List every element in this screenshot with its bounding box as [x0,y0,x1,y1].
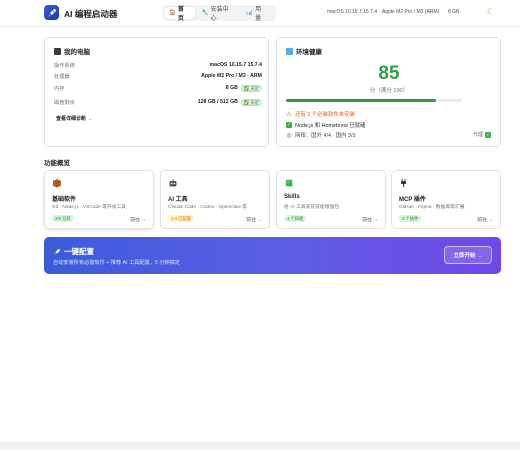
tab-label: 安装中心 [210,7,229,22]
health-item-ready: ✓ Node.js 和 Homebrew 已就绪 [286,121,365,129]
feature-status-badge: 1/4 已配置 [168,215,195,222]
info-row-cpu: 处理器 Apple M2 Pro / M3 · ARM [54,71,262,81]
info-value-text: 8 GB [225,85,238,91]
info-row-disk: 磁盘剩余 128 GB / 512 GB ✅ 充足 [54,97,262,107]
feature-status-badge: 2/5 已装 [52,215,74,222]
feature-status-badge: 4 个技能 [284,215,307,222]
info-value-text: macOS 10.15.7 15.7.4 [209,62,263,68]
features-title: 功能概览 [44,160,70,167]
tab-install-center[interactable]: 🔧 安装中心 [197,7,240,22]
card-title-text: 我的电脑 [64,49,90,56]
feature-desc: 给 AI 工具安装技能增强包 [284,205,340,210]
info-value: 8 GB ✅ 充足 [225,84,262,92]
header-os: macOS 10.15.7 15.7.4 [327,9,378,15]
rocket-logo-icon [44,5,59,20]
feature-card-skills[interactable]: Skills 给 AI 工具安装技能增强包 4 个技能 前往 → [276,170,386,229]
info-value: 128 GB / 512 GB ✅ 充足 [197,98,262,106]
health-item-warning: ⚠ 还有 2 个必装软件未安装 [286,110,355,119]
my-computer-card: 我的电脑 操作系统 macOS 10.15.7 15.7.4 处理器 Apple… [44,37,269,147]
feature-card-mcp-plugins[interactable]: MCP 插件 GitHub · Figma · 数据库等扩展 3 个插件 前往 … [391,170,501,229]
chart-icon: 📊 [246,10,254,16]
home-icon: 🏠 [169,10,176,16]
laptop-icon [54,47,61,55]
banner-title: 一键配置 [53,246,94,257]
feature-card-ai-tools[interactable]: AI 工具 Claude Code · Codex · OpenClaw 等 1… [160,170,270,229]
main-nav: 🏠 首页 🔧 安装中心 📊 用量 [162,5,276,22]
check-icon: ✓ [485,131,491,138]
health-item-text: 网络：国外 4/4 · 国内 3/3 [295,133,356,139]
start-now-button[interactable]: 立即开始 → [444,246,492,264]
globe-icon: ◎ [286,132,292,139]
wrench-icon: 🔧 [201,10,209,16]
check-icon: ✓ [286,122,292,128]
clover-icon [285,179,293,187]
tab-label: 首页 [177,7,184,22]
view-diagnostics-link[interactable]: 查看详细诊断 → [56,115,92,122]
health-progress-fill [286,99,436,102]
tab-label: 用量 [255,7,262,22]
feature-desc: Git · Node.js · VSCode 等开发工具 [52,205,127,210]
info-row-os: 操作系统 macOS 10.15.7 15.7.4 [54,60,262,70]
feature-name: AI 工具 [168,197,188,203]
feature-card-basic-software[interactable]: 基础软件 Git · Node.js · VSCode 等开发工具 2/5 已装… [44,170,154,229]
card-title-text: 环境健康 [296,49,322,56]
info-value-text: 128 GB / 512 GB [197,99,238,105]
plug-icon [401,179,406,187]
status-badge: ✅ 充足 [240,84,262,92]
header-divider [0,26,520,27]
bottom-scroll-area [0,442,520,450]
feature-name: Skills [284,194,300,200]
info-value: Apple M2 Pro / M3 · ARM [201,73,262,79]
health-progress-bar [286,99,462,102]
health-card: 环境健康 85 分（满分 100） ⚠ 还有 2 个必装软件未安装 ✓ Node… [276,37,501,147]
app-title: AI 编程启动器 [64,9,118,19]
app-header: AI 编程启动器 🏠 首页 🔧 安装中心 📊 用量 macOS 10.15.7 15.… [0,0,520,26]
info-row-memory: 内存 8 GB ✅ 充足 [54,83,262,93]
feature-status-badge: 3 个插件 [399,215,422,222]
header-chip: Apple M2 Pro / M3 (ARM) [382,9,440,15]
one-click-setup-banner: 一键配置 自动安装所有必装软件 + 推荐 AI 工具配置，5 分钟搞定 立即开始… [44,237,501,274]
feature-go-link[interactable]: 前往 → [130,216,146,223]
feature-name: MCP 插件 [399,197,426,203]
rocket-icon [53,248,61,255]
header-memory: 8 GB [448,9,460,15]
tab-usage[interactable]: 📊 用量 [241,7,272,22]
feature-go-link[interactable]: 前往 → [477,216,493,223]
health-item-text: Node.js 和 Homebrew 已就绪 [295,123,366,129]
theme-toggle-moon-icon[interactable]: ☾ [487,7,494,16]
info-value-text: Apple M2 Pro / M3 · ARM [201,73,262,79]
info-key: 处理器 [54,73,70,80]
health-item-network: ◎ 网络：国外 4/4 · 国内 3/3 [286,131,356,140]
feature-desc: Claude Code · Codex · OpenClaw 等 [168,205,247,210]
warning-icon: ⚠ [286,111,292,118]
robot-icon [169,179,177,187]
health-item-text: 还有 2 个必装软件未安装 [295,112,355,118]
proxy-label: 代理 [472,132,483,138]
tab-home[interactable]: 🏠 首页 [164,7,195,22]
health-score-subtitle: 分（满分 100） [369,88,409,94]
info-key: 磁盘剩余 [54,99,75,106]
info-key: 操作系统 [54,62,75,69]
proxy-status[interactable]: 代理 ✓ [473,131,491,138]
info-value: macOS 10.15.7 15.7.4 [210,62,263,68]
info-key: 内存 [54,85,65,92]
health-score: 85 [378,63,400,84]
banner-title-text: 一键配置 [64,247,94,256]
feature-name: 基础软件 [52,197,77,203]
status-badge: ✅ 充足 [240,98,262,106]
feature-go-link[interactable]: 前往 → [246,216,262,223]
box-icon [52,179,62,188]
chart-icon [286,47,293,55]
banner-description: 自动安装所有必装软件 + 推荐 AI 工具配置，5 分钟搞定 [53,260,180,266]
feature-desc: GitHub · Figma · 数据库等扩展 [399,205,465,210]
my-computer-title: 我的电脑 [54,46,90,56]
feature-go-link[interactable]: 前往 → [362,216,378,223]
health-title: 环境健康 [286,46,322,56]
